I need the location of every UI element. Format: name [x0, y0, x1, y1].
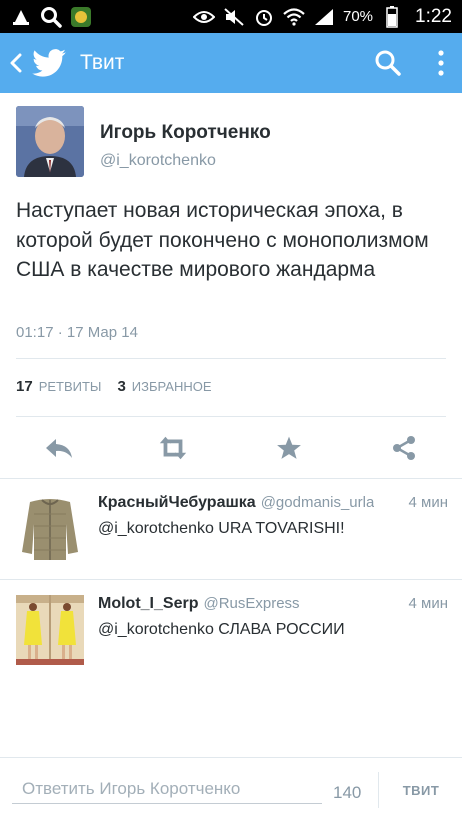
search-icon[interactable] [368, 33, 408, 93]
app-bar: Твит [0, 33, 462, 93]
retweet-icon[interactable] [157, 432, 189, 464]
favorites-count[interactable]: 3 [117, 378, 125, 395]
tweet-header: Игорь Коротченко @i_korotchenko [16, 106, 271, 177]
page-title: Твит [80, 51, 125, 74]
list-item[interactable]: КрасныйЧебурашка @godmanis_urla 4 мин @i… [0, 479, 462, 579]
reply-author-handle[interactable]: @RusExpress [203, 595, 299, 612]
signal-icon [313, 6, 335, 28]
favorites-label[interactable]: ИЗБРАННОЕ [132, 379, 212, 394]
tweet-text: Наступает новая историческая эпоха, в ко… [16, 199, 429, 281]
eye-icon [192, 6, 215, 28]
search-notification-icon [40, 6, 62, 28]
avatar[interactable] [16, 494, 84, 564]
favorite-star-icon[interactable] [273, 432, 305, 464]
alarm-icon [253, 6, 275, 28]
reply-input[interactable] [12, 774, 322, 804]
divider [16, 416, 446, 417]
battery-icon [381, 5, 403, 28]
reply-compose-bar: 140 ТВИТ [0, 757, 462, 821]
reply-author-name[interactable]: КрасныйЧебурашка [98, 494, 256, 512]
back-arrow-icon[interactable] [4, 33, 28, 93]
author-handle[interactable]: @i_korotchenko [100, 152, 271, 170]
reply-text: @i_korotchenko URA TOVARISHI! [98, 520, 345, 537]
share-icon[interactable] [388, 432, 420, 464]
notification-icon [10, 6, 32, 28]
wifi-icon [283, 6, 305, 28]
clock: 1:22 [415, 5, 452, 27]
reply-time: 4 мин [408, 494, 449, 511]
reply-author-name[interactable]: Molot_I_Serp [98, 595, 198, 613]
status-bar: 70% 1:22 [0, 0, 462, 33]
battery-percent: 70% [342, 8, 374, 25]
app-notification-icon [70, 6, 92, 28]
mute-icon [223, 6, 245, 28]
divider [378, 772, 379, 808]
retweets-count[interactable]: 17 [16, 378, 33, 395]
reply-time: 4 мин [408, 595, 449, 612]
reply-icon[interactable] [43, 432, 75, 464]
divider [16, 358, 446, 359]
tweet-actions [0, 418, 462, 478]
tweet-send-button[interactable]: ТВИТ [390, 776, 452, 804]
more-options-icon[interactable] [426, 33, 456, 93]
char-counter: 140 [333, 783, 362, 802]
twitter-bird-icon[interactable] [30, 33, 68, 93]
avatar[interactable] [16, 106, 84, 177]
retweets-label[interactable]: РЕТВИТЫ [39, 379, 102, 394]
author-name[interactable]: Игорь Коротченко [100, 122, 271, 144]
tweet-timestamp: 01:17 · 17 Мар 14 [16, 324, 138, 341]
reply-author-handle[interactable]: @godmanis_urla [261, 494, 375, 511]
reply-text: @i_korotchenko СЛАВА РОССИИ [98, 621, 345, 638]
tweet-stats: 17 РЕТВИТЫ 3 ИЗБРАННОЕ [16, 378, 228, 395]
list-item[interactable]: Molot_I_Serp @RusExpress 4 мин @i_korotc… [0, 580, 462, 680]
avatar[interactable] [16, 595, 84, 665]
